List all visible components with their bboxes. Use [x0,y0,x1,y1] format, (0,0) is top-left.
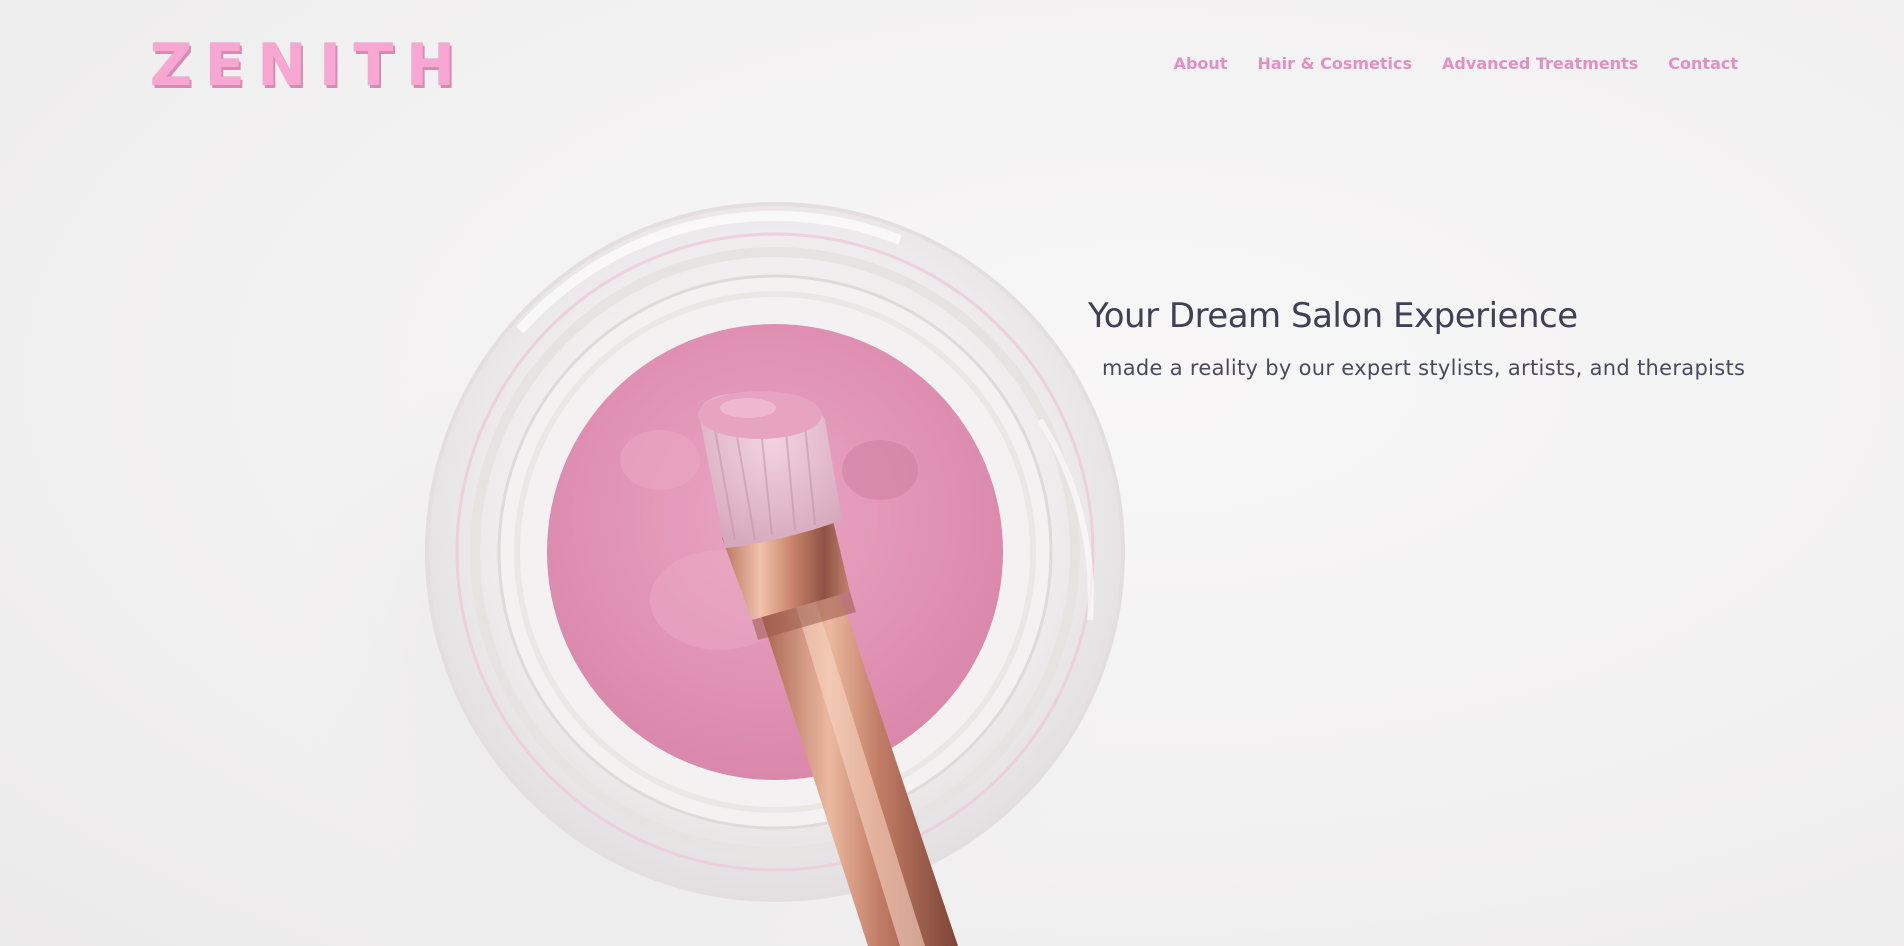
nav-link-contact[interactable]: Contact [1668,52,1738,76]
nav-link-advanced-treatments[interactable]: Advanced Treatments [1442,52,1638,76]
nav-link-about[interactable]: About [1174,52,1228,76]
hero-image [280,202,1125,946]
hero-title: Your Dream Salon Experience [1088,296,1578,336]
page: ZENITH About Hair & Cosmetics Advanced T… [0,0,1904,946]
main-nav: About Hair & Cosmetics Advanced Treatmen… [1174,52,1738,76]
nav-link-hair-cosmetics[interactable]: Hair & Cosmetics [1257,52,1412,76]
hero-subtitle: made a reality by our expert stylists, a… [1102,356,1746,380]
logo[interactable]: ZENITH [150,30,468,100]
